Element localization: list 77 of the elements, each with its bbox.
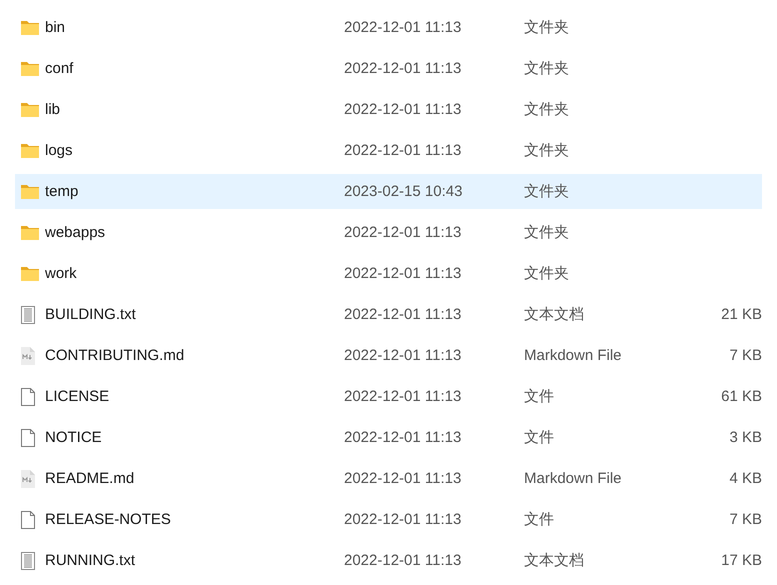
file-type: Markdown File xyxy=(524,470,623,487)
file-type: 文本文档 xyxy=(524,305,585,324)
file-type: 文件夹 xyxy=(524,18,570,37)
file-row[interactable]: logs 2022-12-01 11:13 文件夹 xyxy=(15,133,762,168)
file-type: 文件 xyxy=(524,428,555,447)
modified-date: 2022-12-01 11:13 xyxy=(344,224,462,241)
file-type: 文件夹 xyxy=(524,100,570,119)
modified-date: 2022-12-01 11:13 xyxy=(344,19,462,36)
modified-date: 2022-12-01 11:13 xyxy=(344,552,462,569)
file-type: 文件夹 xyxy=(524,59,570,78)
folder-icon xyxy=(21,61,39,76)
file-row[interactable]: CONTRIBUTING.md 2022-12-01 11:13 Markdown File 7 KB xyxy=(15,338,762,373)
file-type: 文件夹 xyxy=(524,223,570,242)
file-icon xyxy=(21,388,35,406)
modified-date: 2022-12-01 11:13 xyxy=(344,265,462,282)
file-row[interactable]: conf 2022-12-01 11:13 文件夹 xyxy=(15,51,762,86)
folder-icon xyxy=(21,102,39,117)
folder-icon xyxy=(21,266,39,281)
file-type: 文件夹 xyxy=(524,141,570,160)
file-row[interactable]: LICENSE 2022-12-01 11:13 文件 61 KB xyxy=(15,379,762,414)
file-row[interactable]: RUNNING.txt 2022-12-01 11:13 文本文档 17 KB xyxy=(15,543,762,578)
modified-date: 2022-12-01 11:13 xyxy=(344,511,462,528)
file-size: 4 KB xyxy=(728,470,762,487)
modified-date: 2022-12-01 11:13 xyxy=(344,101,462,118)
file-type: 文本文档 xyxy=(524,551,585,570)
file-name: bin xyxy=(45,19,66,36)
file-size: 61 KB xyxy=(720,388,762,405)
folder-icon xyxy=(21,225,39,240)
file-name: lib xyxy=(45,101,62,118)
file-size: 7 KB xyxy=(728,347,762,364)
markdown-file-icon xyxy=(21,346,35,364)
file-name: conf xyxy=(45,60,74,77)
file-type: Markdown File xyxy=(524,347,623,364)
file-name: CONTRIBUTING.md xyxy=(45,347,186,364)
file-size: 17 KB xyxy=(720,552,762,569)
folder-icon xyxy=(21,184,39,199)
file-type: 文件 xyxy=(524,387,555,406)
modified-date: 2022-12-01 11:13 xyxy=(344,470,462,487)
file-row[interactable]: lib 2022-12-01 11:13 文件夹 xyxy=(15,92,762,127)
file-name: LICENSE xyxy=(45,388,110,405)
modified-date: 2022-12-01 11:13 xyxy=(344,429,462,446)
file-row[interactable]: bin 2022-12-01 11:13 文件夹 xyxy=(15,10,762,45)
file-icon xyxy=(21,510,35,528)
file-name: RELEASE-NOTES xyxy=(45,511,172,528)
file-icon xyxy=(21,428,35,446)
file-name: BUILDING.txt xyxy=(45,306,137,323)
file-size: 21 KB xyxy=(720,306,762,323)
file-name: README.md xyxy=(45,470,136,487)
file-row[interactable]: RELEASE-NOTES 2022-12-01 11:13 文件 7 KB xyxy=(15,502,762,537)
modified-date: 2022-12-01 11:13 xyxy=(344,306,462,323)
file-name: temp xyxy=(45,183,80,200)
file-size: 7 KB xyxy=(728,511,762,528)
folder-icon xyxy=(21,143,39,158)
text-file-icon xyxy=(21,552,35,570)
file-row[interactable]: webapps 2022-12-01 11:13 文件夹 xyxy=(15,215,762,250)
file-row[interactable]: README.md 2022-12-01 11:13 Markdown File 4 KB xyxy=(15,461,762,496)
file-name: work xyxy=(45,265,78,282)
file-row[interactable]: temp 2023-02-15 10:43 文件夹 xyxy=(15,174,762,209)
file-name: webapps xyxy=(45,224,106,241)
markdown-file-icon xyxy=(21,470,35,488)
file-name: logs xyxy=(45,142,74,159)
file-type: 文件 xyxy=(524,510,555,529)
modified-date: 2022-12-01 11:13 xyxy=(344,60,462,77)
modified-date: 2022-12-01 11:13 xyxy=(344,142,462,159)
file-row[interactable]: BUILDING.txt 2022-12-01 11:13 文本文档 21 KB xyxy=(15,297,762,332)
folder-icon xyxy=(21,20,39,35)
modified-date: 2022-12-01 11:13 xyxy=(344,347,462,364)
text-file-icon xyxy=(21,306,35,324)
file-row[interactable]: NOTICE 2022-12-01 11:13 文件 3 KB xyxy=(15,420,762,455)
file-type: 文件夹 xyxy=(524,182,570,201)
modified-date: 2022-12-01 11:13 xyxy=(344,388,462,405)
file-type: 文件夹 xyxy=(524,264,570,283)
file-name: NOTICE xyxy=(45,429,103,446)
file-row[interactable]: work 2022-12-01 11:13 文件夹 xyxy=(15,256,762,291)
file-name: RUNNING.txt xyxy=(45,552,136,569)
modified-date: 2023-02-15 10:43 xyxy=(344,183,464,200)
file-size: 3 KB xyxy=(728,429,762,446)
